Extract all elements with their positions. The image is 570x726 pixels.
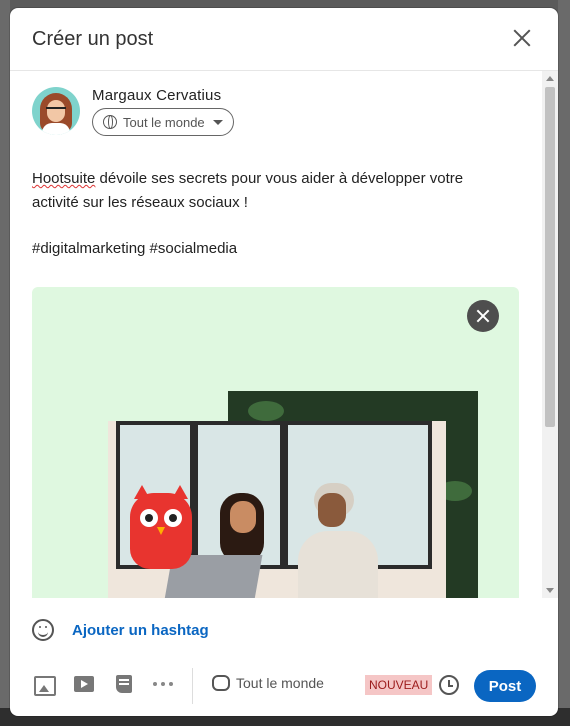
leaf-shape bbox=[248, 401, 284, 421]
photo-icon[interactable] bbox=[34, 676, 56, 696]
scrollbar[interactable] bbox=[542, 71, 558, 598]
clock-icon[interactable] bbox=[439, 675, 459, 695]
post-text-first-word: Hootsuite bbox=[32, 170, 96, 187]
remove-media-close-icon[interactable] bbox=[467, 300, 499, 332]
background-page-right bbox=[558, 0, 570, 726]
comment-bubble-icon bbox=[212, 675, 230, 691]
post-text[interactable]: Hootsuite dévoile ses secrets pour vous … bbox=[32, 167, 502, 215]
dialog-title: Créer un post bbox=[32, 27, 154, 50]
add-hashtag-button[interactable]: Ajouter un hashtag bbox=[72, 622, 209, 639]
media-preview bbox=[32, 287, 519, 598]
avatar-shirt bbox=[42, 123, 70, 135]
globe-icon bbox=[103, 115, 117, 129]
scrollbar-thumb[interactable] bbox=[545, 87, 555, 427]
post-toolbar: Tout le monde NOUVEAU Post bbox=[10, 662, 558, 710]
emoji-icon[interactable] bbox=[32, 619, 54, 641]
scroll-up-arrow-icon[interactable] bbox=[546, 76, 554, 81]
audience-label: Tout le monde bbox=[123, 114, 205, 130]
avatar bbox=[32, 87, 80, 135]
post-text-body: dévoile ses secrets pour vous aider à dé… bbox=[32, 170, 464, 211]
caret-down-icon bbox=[212, 119, 223, 125]
post-editor-scroll-area[interactable]: Margaux Cervatius Tout le monde Hootsuit… bbox=[10, 71, 558, 598]
person-body bbox=[298, 531, 378, 598]
avatar-glasses bbox=[46, 107, 66, 114]
owl-ear bbox=[134, 485, 150, 499]
more-icon[interactable] bbox=[153, 682, 157, 686]
video-icon[interactable] bbox=[74, 676, 94, 692]
author-name: Margaux Cervatius bbox=[92, 87, 222, 104]
scroll-down-arrow-icon[interactable] bbox=[546, 588, 554, 593]
owl-logo bbox=[130, 485, 192, 569]
create-post-dialog: Créer un post Margaux Cervatius Tout le … bbox=[10, 8, 558, 716]
owl-ear bbox=[172, 485, 188, 499]
owl-eye bbox=[140, 509, 158, 527]
document-icon[interactable] bbox=[116, 675, 132, 693]
toolbar-divider bbox=[192, 668, 193, 704]
person-face bbox=[318, 493, 346, 527]
person-face bbox=[230, 501, 256, 533]
author-info: Margaux Cervatius Tout le monde bbox=[92, 87, 234, 136]
comment-scope-label: Tout le monde bbox=[236, 675, 324, 691]
audience-selector-button[interactable]: Tout le monde bbox=[92, 108, 234, 136]
post-hashtags[interactable]: #digitalmarketing #socialmedia bbox=[32, 240, 237, 257]
comment-scope-button[interactable]: Tout le monde bbox=[212, 675, 324, 691]
close-icon[interactable] bbox=[508, 25, 536, 53]
add-hashtag-row: Ajouter un hashtag bbox=[32, 618, 209, 642]
new-badge: NOUVEAU bbox=[365, 675, 433, 695]
post-button[interactable]: Post bbox=[474, 670, 536, 702]
author-block: Margaux Cervatius Tout le monde bbox=[32, 87, 234, 136]
background-page-left bbox=[0, 0, 10, 726]
dialog-header: Créer un post bbox=[10, 8, 558, 71]
owl-beak bbox=[157, 527, 165, 535]
owl-eye bbox=[164, 509, 182, 527]
media-photo bbox=[108, 421, 446, 598]
